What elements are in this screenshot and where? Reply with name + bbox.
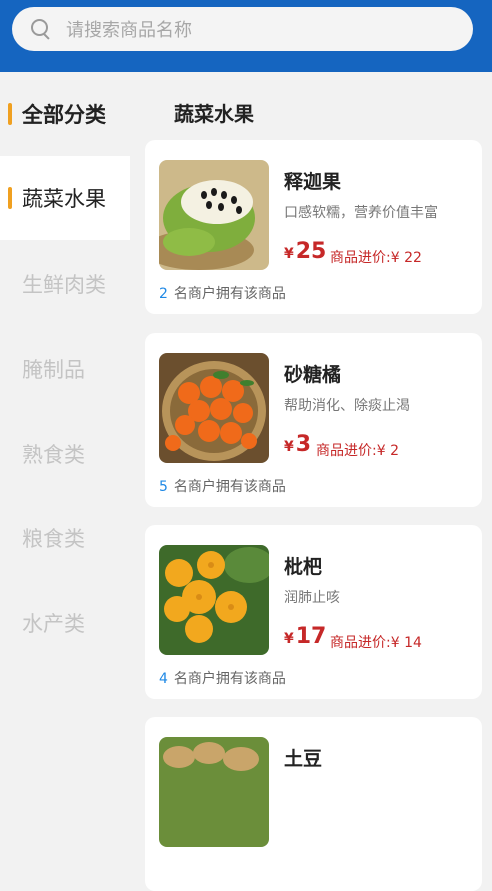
sidebar-item-label: 生鲜肉类: [22, 273, 106, 297]
product-price: ¥ 17: [284, 624, 326, 649]
merchant-text: 名商户拥有该商品: [173, 671, 286, 687]
active-indicator: [8, 187, 12, 209]
sidebar-item-label: 腌制品: [22, 358, 85, 382]
price-value: 25: [295, 239, 327, 264]
currency-symbol: ¥: [284, 439, 294, 455]
search-icon: [30, 18, 52, 40]
sidebar-item-label: 水产类: [22, 612, 85, 636]
price-value: 17: [295, 624, 327, 649]
merchant-info: 5 名商户拥有该商品: [159, 476, 286, 496]
price-value: 3: [295, 432, 312, 457]
sidebar-item-fresh-meat[interactable]: 生鲜肉类: [0, 242, 130, 326]
product-image-potato: [159, 737, 269, 847]
currency-symbol: ¥: [284, 246, 294, 262]
product-price: ¥ 25: [284, 239, 326, 264]
sidebar-item-vegetables-fruits[interactable]: 蔬菜水果: [0, 156, 130, 240]
merchant-count: 2: [159, 286, 168, 302]
product-name: 释迦果: [284, 171, 342, 193]
sidebar-item-seafood[interactable]: 水产类: [0, 581, 130, 665]
purchase-price: 商品进价:¥ 22: [330, 250, 422, 266]
product-card[interactable]: 土豆: [145, 717, 482, 891]
product-image-sugar-apple: [159, 160, 269, 270]
product-name: 砂糖橘: [284, 364, 342, 386]
merchant-count: 4: [159, 671, 168, 687]
merchant-count: 5: [159, 479, 168, 495]
sidebar-item-label: 熟食类: [22, 443, 85, 467]
product-description: 润肺止咳: [284, 590, 340, 606]
product-card[interactable]: 砂糖橘 帮助消化、除痰止渴 ¥ 3 商品进价:¥ 2 5 名商户拥有该商品: [145, 333, 482, 507]
merchant-text: 名商户拥有该商品: [173, 479, 286, 495]
sidebar-item-pickled[interactable]: 腌制品: [0, 327, 130, 411]
product-image-loquat: [159, 545, 269, 655]
product-list: 蔬菜水果 释迦果 口感软糯，营养价值丰富 ¥ 25 商品进价:¥ 22 2 名商…: [130, 72, 492, 891]
product-card[interactable]: 枇杷 润肺止咳 ¥ 17 商品进价:¥ 14 4 名商户拥有该商品: [145, 525, 482, 699]
search-bar[interactable]: 请搜索商品名称: [12, 7, 473, 51]
sidebar-item-cooked-food[interactable]: 熟食类: [0, 412, 130, 496]
merchant-text: 名商户拥有该商品: [173, 286, 286, 302]
merchant-info: 4 名商户拥有该商品: [159, 668, 286, 688]
header-bar: 请搜索商品名称: [0, 0, 492, 72]
product-description: 口感软糯，营养价值丰富: [284, 205, 438, 221]
sidebar-item-label: 蔬菜水果: [22, 187, 106, 211]
section-title: 蔬菜水果: [174, 102, 254, 126]
sidebar-item-grains[interactable]: 粮食类: [0, 496, 130, 580]
search-placeholder: 请搜索商品名称: [66, 20, 192, 41]
active-indicator: [8, 103, 12, 125]
merchant-info: 2 名商户拥有该商品: [159, 283, 286, 303]
currency-symbol: ¥: [284, 631, 294, 647]
product-image-mandarin: [159, 353, 269, 463]
purchase-price: 商品进价:¥ 2: [316, 443, 399, 459]
product-price: ¥ 3: [284, 432, 311, 457]
product-name: 土豆: [284, 748, 323, 770]
category-sidebar: 全部分类 蔬菜水果 生鲜肉类 腌制品 熟食类 粮食类 水产类: [0, 72, 130, 771]
product-name: 枇杷: [284, 556, 323, 578]
product-card[interactable]: 释迦果 口感软糯，营养价值丰富 ¥ 25 商品进价:¥ 22 2 名商户拥有该商品: [145, 140, 482, 314]
purchase-price: 商品进价:¥ 14: [330, 635, 422, 651]
sidebar-item-all[interactable]: 全部分类: [0, 72, 130, 156]
product-description: 帮助消化、除痰止渴: [284, 398, 410, 414]
sidebar-item-label: 全部分类: [22, 103, 106, 127]
sidebar-item-label: 粮食类: [22, 527, 85, 551]
